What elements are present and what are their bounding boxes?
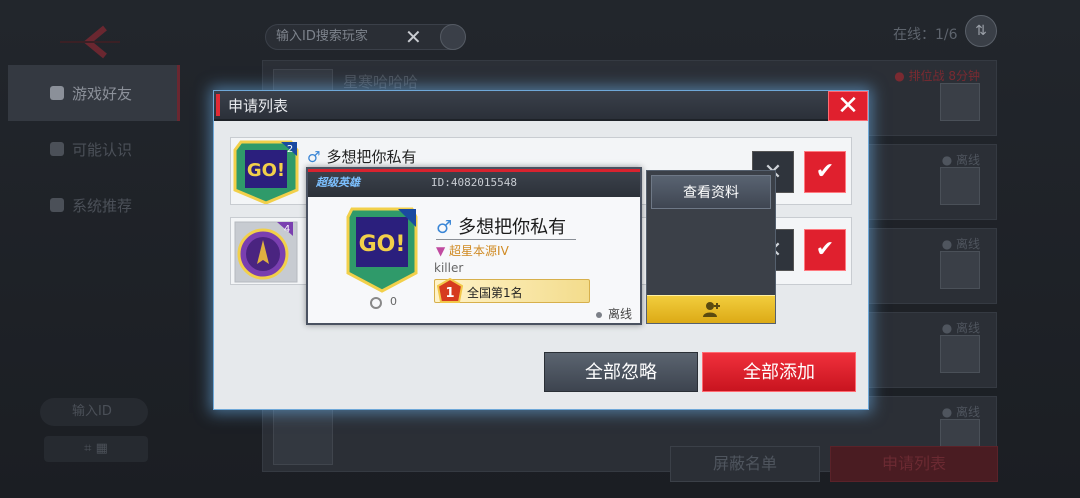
back-arrow-icon[interactable] — [60, 22, 130, 62]
system-icon — [50, 198, 64, 212]
badge-text: 全国第1名 — [467, 286, 523, 300]
friend-status: ● 排位战 8分钟 — [894, 69, 980, 83]
friend-status: ● 离线 — [941, 405, 980, 419]
popularity-count: 0 — [390, 295, 397, 308]
profile-action-menu: 查看资料 — [646, 170, 776, 324]
svg-text:GO!: GO! — [247, 160, 285, 181]
tab-label: 游戏好友 — [72, 84, 133, 103]
profile-card-header: 超级英雄 ID:4082015548 — [308, 169, 640, 197]
rank-title: ▼ 超星本源IV — [436, 242, 509, 259]
rank-title-text: 超星本源IV — [449, 244, 509, 258]
player-profile-card: 超级英雄 ID:4082015548 GO! ♂ 多想把你私有 ▼ 超星本源IV … — [306, 167, 642, 325]
person-icon — [50, 142, 64, 156]
profile-name: ♂ 多想把你私有 — [436, 213, 577, 240]
modal-title: 申请列表 — [228, 96, 289, 115]
guild-name: killer — [434, 261, 464, 275]
tab-recommend[interactable]: 系统推荐 — [8, 177, 180, 233]
add-all-button[interactable]: 全部添加 — [702, 352, 856, 392]
svg-text:GO!: GO! — [359, 232, 406, 257]
sidebar: 游戏好友 可能认识 系统推荐 — [8, 65, 180, 233]
chat-icon[interactable] — [940, 83, 980, 121]
friend-status: ● 离线 — [941, 321, 980, 335]
level-badge: 2 — [287, 144, 293, 155]
national-rank-badge: 1 全国第1名 — [434, 277, 590, 304]
requester-name: ♂ 多想把你私有 — [307, 146, 416, 167]
rank-medal-icon: 1 — [436, 277, 464, 304]
go-avatar-icon[interactable]: GO! 2 — [233, 140, 299, 205]
svg-text:4: 4 — [284, 224, 290, 235]
online-count: 在线：1/6 — [893, 27, 958, 43]
accept-request-button[interactable]: ✔ — [804, 151, 846, 193]
friend-status: ● 离线 — [941, 153, 980, 167]
male-icon: ♂ — [307, 148, 321, 166]
player-search-input[interactable]: 输入ID搜索玩家 — [265, 24, 465, 50]
apply-list-button[interactable]: 申请列表 — [830, 446, 998, 482]
block-list-button[interactable]: 屏蔽名单 — [670, 446, 820, 482]
profile-name-text: 多想把你私有 — [458, 217, 567, 238]
avatar — [273, 405, 333, 465]
status-dot — [595, 311, 602, 318]
add-friend-icon — [703, 302, 720, 317]
accept-request-button[interactable]: ✔ — [804, 229, 846, 271]
view-profile-button[interactable]: 查看资料 — [651, 175, 771, 209]
tab-game-friends[interactable]: 游戏好友 — [8, 65, 180, 121]
modal-header: 申请列表 — [214, 91, 868, 121]
search-icon[interactable] — [440, 24, 466, 50]
game-friend-screen: 输入ID搜索玩家 ✕ 在线：1/6 ⇅ 游戏好友 可能认识 系统推荐 输入ID … — [0, 0, 1080, 498]
id-search-input[interactable]: 输入ID — [40, 398, 148, 426]
chat-icon[interactable] — [940, 251, 980, 289]
male-icon: ♂ — [436, 217, 453, 238]
go-avatar-icon: GO! — [346, 207, 418, 293]
requester-name-text: 多想把你私有 — [326, 148, 417, 166]
status-text: 离线 — [607, 307, 632, 321]
rank-icon: ▼ — [436, 244, 450, 258]
popularity-icon — [370, 297, 382, 309]
friend-name: 星寒哈哈哈 — [343, 73, 419, 91]
online-status: 离线 — [595, 305, 632, 322]
groot-avatar-icon[interactable]: 4 — [233, 220, 299, 284]
header-accent — [216, 94, 220, 116]
scan-qr-button[interactable]: ⌗ ▦ — [44, 436, 148, 462]
player-id: ID:4082015548 — [430, 176, 518, 189]
friend-status: ● 离线 — [941, 237, 980, 251]
add-friend-button[interactable] — [647, 295, 775, 323]
close-icon[interactable]: ✕ — [828, 91, 868, 121]
svg-text:1: 1 — [445, 286, 454, 301]
clear-icon[interactable]: ✕ — [405, 25, 422, 49]
ignore-all-button[interactable]: 全部忽略 — [544, 352, 698, 392]
tab-label: 系统推荐 — [72, 196, 133, 215]
chat-icon[interactable] — [940, 335, 980, 373]
sort-icon[interactable]: ⇅ — [965, 15, 997, 47]
tab-may-know[interactable]: 可能认识 — [8, 121, 180, 177]
chat-icon[interactable] — [940, 167, 980, 205]
tab-label: 可能认识 — [72, 140, 133, 159]
friends-icon — [50, 86, 64, 100]
